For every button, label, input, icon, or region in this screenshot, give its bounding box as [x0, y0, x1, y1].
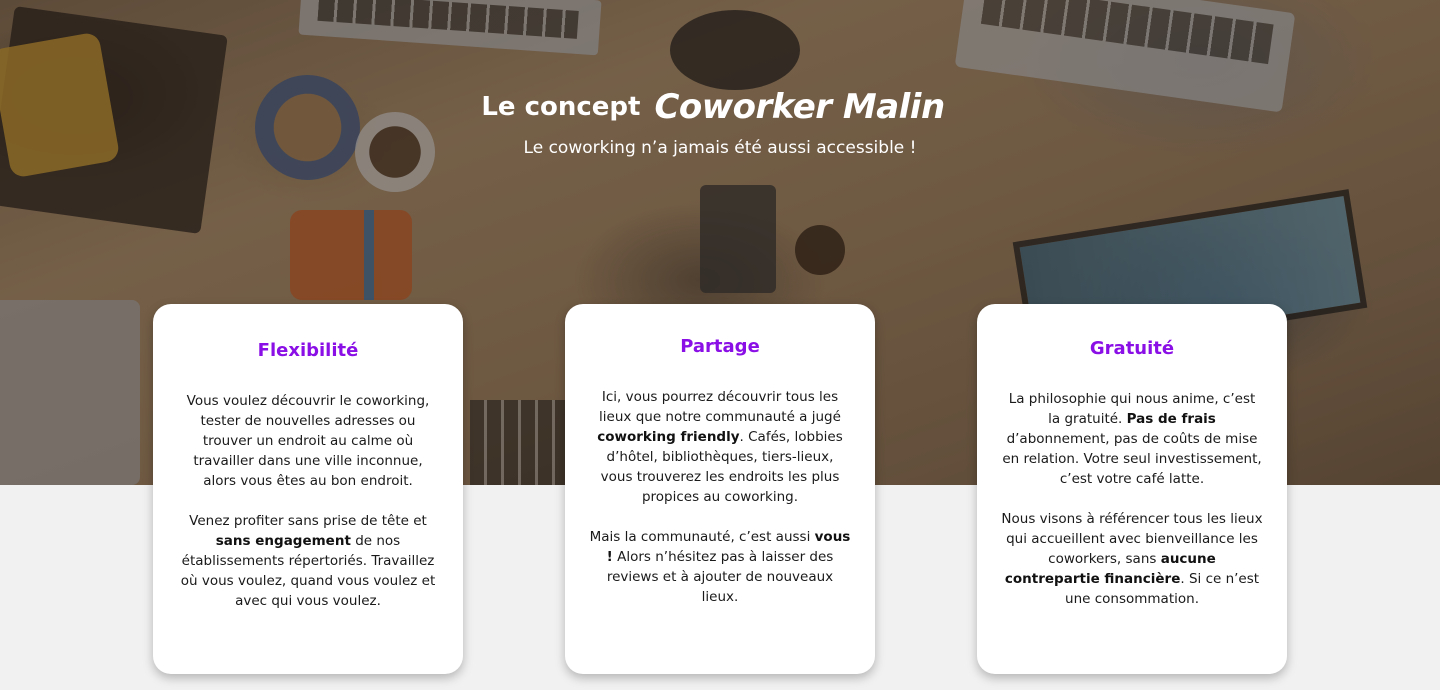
- card-text: Mais la communauté, c’est aussi: [589, 529, 815, 545]
- feature-card-flexibilite: Flexibilité Vous voulez découvrir le cow…: [153, 304, 463, 674]
- card-emphasis: sans engagement: [215, 533, 351, 549]
- card-text: d’abonnement, pas de coûts de mise en re…: [1002, 431, 1262, 487]
- card-paragraph: La philosophie qui nous anime, c’est la …: [1001, 389, 1263, 489]
- brand-name: Coworker Malin: [654, 87, 945, 127]
- card-text: Nous visons à référencer tous les lieux …: [1001, 511, 1263, 567]
- page-title: Le concept Coworker Malin: [0, 86, 1426, 127]
- feature-card-gratuite: Gratuité La philosophie qui nous anime, …: [977, 304, 1287, 674]
- page-subtitle: Le coworking n’a jamais été aussi access…: [523, 138, 917, 158]
- card-text: Venez profiter sans prise de tête et: [189, 513, 427, 529]
- card-paragraph: Nous visons à référencer tous les lieux …: [1001, 509, 1263, 609]
- card-paragraph: Venez profiter sans prise de tête et san…: [177, 511, 439, 611]
- card-paragraph: Ici, vous pourrez découvrir tous les lie…: [589, 387, 851, 507]
- card-title: Flexibilité: [257, 340, 359, 361]
- card-title: Gratuité: [1089, 338, 1175, 359]
- card-emphasis: coworking friendly: [597, 429, 740, 445]
- card-text: Alors n’hésitez pas à laisser des review…: [606, 549, 834, 605]
- card-paragraph: Vous voulez découvrir le coworking, test…: [186, 393, 430, 489]
- card-text: Ici, vous pourrez découvrir tous les lie…: [599, 389, 841, 425]
- title-lead: Le concept: [481, 92, 641, 122]
- card-title: Partage: [680, 336, 760, 357]
- feature-card-partage: Partage Ici, vous pourrez découvrir tous…: [565, 304, 875, 674]
- card-emphasis: Pas de frais: [1126, 411, 1216, 427]
- card-paragraph: Mais la communauté, c’est aussi vous ! A…: [589, 527, 851, 607]
